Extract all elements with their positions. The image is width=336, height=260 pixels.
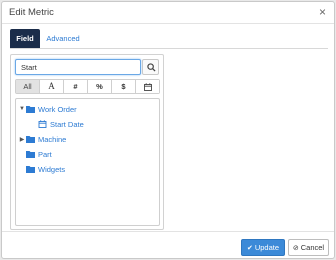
filter-percent-button[interactable]: % (88, 80, 112, 93)
tree-node-label: Widgets (38, 164, 66, 174)
expanded-caret-icon[interactable]: ▼ (18, 106, 26, 112)
search-icon (147, 63, 156, 72)
folder-icon (26, 106, 35, 113)
folder-icon (26, 151, 35, 158)
tab-advanced[interactable]: Advanced (43, 29, 83, 49)
update-button-label: Update (254, 243, 280, 252)
dialog-footer: ✔ Update ⊘ Cancel (2, 231, 334, 260)
close-icon[interactable]: × (319, 5, 326, 19)
tree-node-widgets[interactable]: Widgets (26, 163, 65, 175)
cancel-button-label: Cancel (300, 243, 325, 252)
folder-icon (26, 136, 35, 143)
folder-icon (26, 166, 35, 173)
update-button[interactable]: ✔ Update (241, 239, 285, 256)
cancel-circle-icon: ⊘ (292, 245, 299, 252)
tree-node-label: Machine (38, 134, 67, 144)
tree-node-machine[interactable]: ▶ Machine (18, 133, 67, 145)
filter-text-button[interactable]: A (40, 80, 64, 93)
tree-node-label: Work Order (38, 104, 77, 114)
type-filter-group: All A # % $ (15, 79, 160, 94)
filter-all-button[interactable]: All (16, 80, 40, 93)
search-input[interactable] (15, 59, 141, 75)
collapsed-caret-icon[interactable]: ▶ (18, 136, 26, 143)
tab-field[interactable]: Field (10, 29, 40, 49)
tree-node-label: Part (38, 149, 52, 159)
tree-node-label: Start Date (50, 119, 84, 129)
filter-number-button[interactable]: # (64, 80, 88, 93)
tree-node-part[interactable]: Part (26, 148, 52, 160)
filter-currency-button[interactable]: $ (112, 80, 136, 93)
calendar-icon (143, 83, 152, 91)
filter-date-button[interactable] (136, 80, 159, 93)
check-icon: ✔ (246, 245, 253, 252)
edit-metric-dialog: Edit Metric × Field Advanced All A # % $ (1, 1, 335, 259)
calendar-icon (38, 120, 47, 128)
tree-node-start-date[interactable]: Start Date (38, 118, 84, 130)
field-tree (15, 98, 160, 226)
dialog-header: Edit Metric × (2, 2, 334, 24)
tree-node-work-order[interactable]: ▼ Work Order (18, 103, 77, 115)
search-button[interactable] (142, 59, 159, 75)
tab-divider (10, 48, 328, 49)
cancel-button[interactable]: ⊘ Cancel (288, 239, 329, 256)
dialog-title: Edit Metric (9, 7, 54, 18)
